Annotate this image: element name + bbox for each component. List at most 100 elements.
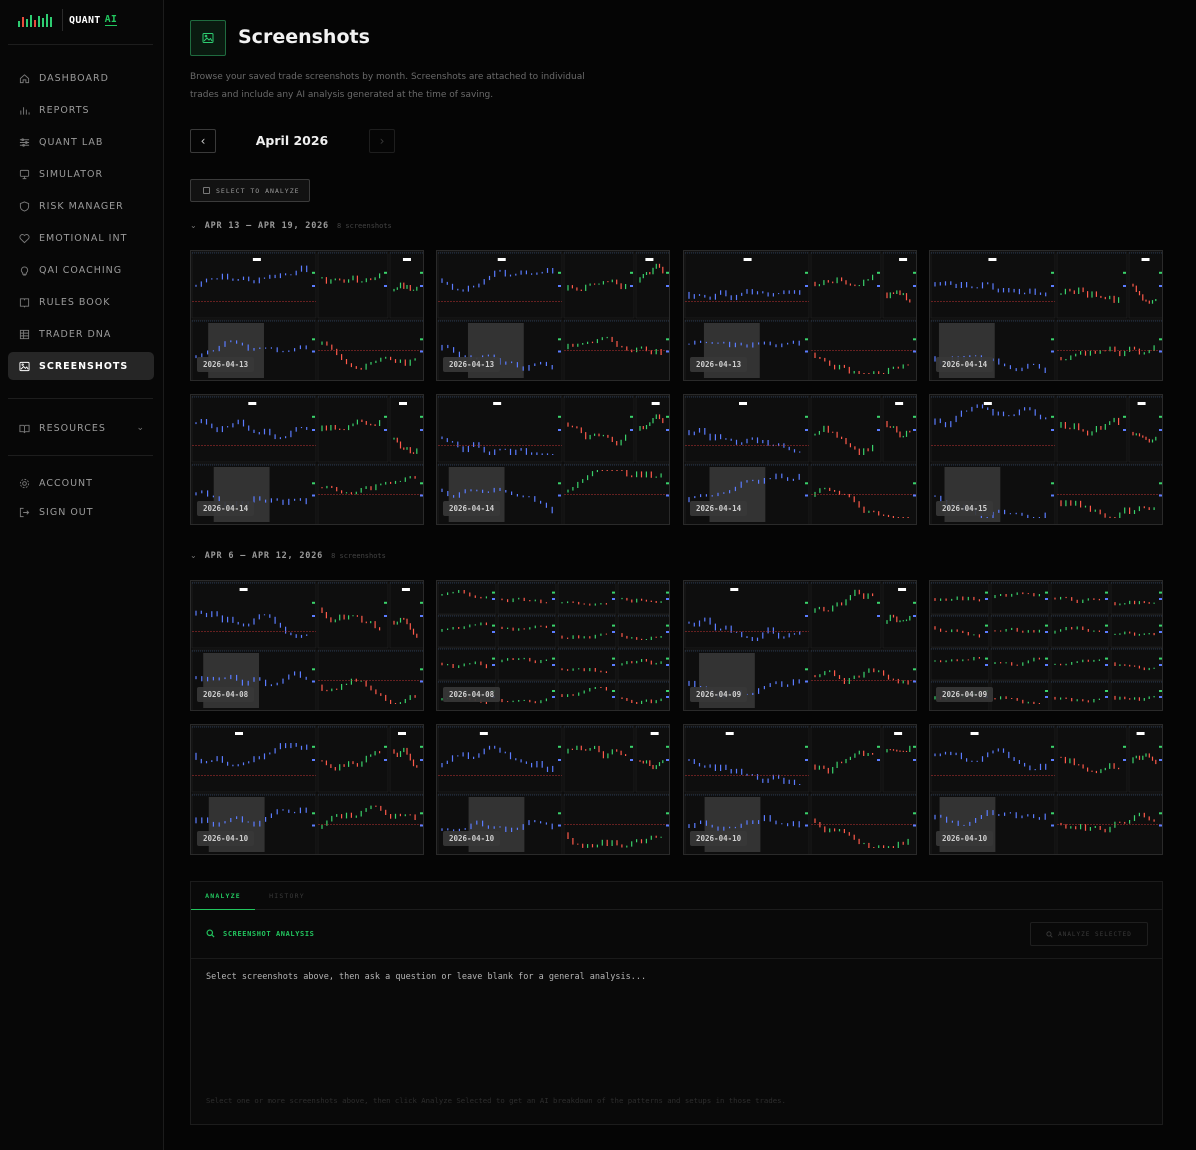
screenshot-date: 2026-04-14 (443, 501, 501, 516)
sidebar-divider (8, 455, 153, 456)
image-icon (190, 20, 226, 56)
chevron-down-icon: ⌄ (136, 423, 144, 433)
week-count: 8 screenshots (336, 222, 392, 230)
screenshot-thumbnail[interactable]: 2026-04-09 (929, 580, 1163, 711)
bar-chart-icon (18, 104, 30, 116)
main-content: Screenshots Browse your saved trade scre… (164, 0, 1196, 1150)
page-description: Browse your saved trade screenshots by m… (190, 72, 585, 100)
sidebar-item-label: SIGN OUT (39, 506, 94, 518)
sidebar-item-label: RISK MANAGER (39, 200, 124, 212)
screenshot-thumbnail[interactable]: 2026-04-15 (929, 394, 1163, 525)
table-icon (18, 328, 30, 340)
analyze-selected-label: ANALYZE SELECTED (1058, 930, 1132, 938)
question-input[interactable]: Select screenshots above, then ask a que… (206, 972, 646, 982)
screenshot-thumbnail[interactable]: 2026-04-13 (436, 250, 670, 381)
sidebar-item-resources[interactable]: RESOURCES ⌄ (8, 414, 154, 442)
sidebar-item-trader-dna[interactable]: TRADER DNA (8, 320, 154, 348)
screenshot-date: 2026-04-10 (690, 831, 748, 846)
chevron-left-icon: ‹ (200, 134, 206, 148)
analysis-title: SCREENSHOT ANALYSIS (223, 929, 315, 938)
screenshot-date: 2026-04-13 (443, 357, 501, 372)
select-to-analyze-button[interactable]: SELECT TO ANALYZE (190, 179, 310, 202)
sidebar-item-label: QAI COACHING (39, 264, 123, 276)
sidebar-item-label: RULES BOOK (39, 296, 111, 308)
lightbulb-icon (18, 264, 30, 276)
checkbox-icon (203, 187, 210, 194)
sidebar-item-rules-book[interactable]: RULES BOOK (8, 288, 154, 316)
tab-history[interactable]: HISTORY (255, 882, 319, 910)
screenshot-date: 2026-04-09 (936, 687, 994, 702)
screenshot-thumbnail[interactable]: 2026-04-10 (436, 724, 670, 855)
panel-divider (191, 958, 1162, 959)
screenshot-thumbnail[interactable]: 2026-04-13 (190, 250, 424, 381)
week-header[interactable]: ⌄ APR 6 – APR 12, 2026 8 screenshots (190, 551, 386, 561)
sidebar-item-label: REPORTS (39, 104, 90, 116)
tab-analyze[interactable]: ANALYZE (191, 882, 255, 910)
book-open-icon (18, 422, 30, 434)
logo[interactable]: QUANT AI (16, 8, 154, 32)
screenshot-thumbnail[interactable]: 2026-04-08 (436, 580, 670, 711)
screenshot-date: 2026-04-14 (197, 501, 255, 516)
sidebar-item-screenshots[interactable]: SCREENSHOTS (8, 352, 154, 380)
sidebar-item-label: EMOTIONAL INT (39, 232, 128, 244)
week-count: 8 screenshots (331, 552, 386, 560)
screenshot-thumbnail[interactable]: 2026-04-14 (683, 394, 917, 525)
screenshot-date: 2026-04-08 (197, 687, 255, 702)
sidebar-item-account[interactable]: ACCOUNT (8, 469, 154, 497)
month-label: April 2026 (255, 133, 329, 148)
sidebar-item-label: SCREENSHOTS (39, 360, 129, 372)
screenshot-date: 2026-04-15 (936, 501, 994, 516)
prev-month-button[interactable]: ‹ (190, 129, 216, 153)
image-icon (18, 360, 30, 372)
chevron-right-icon: › (379, 134, 385, 148)
screenshot-date: 2026-04-10 (443, 831, 501, 846)
analyze-selected-button[interactable]: ANALYZE SELECTED (1030, 922, 1148, 946)
sidebar-item-simulator[interactable]: SIMULATOR (8, 160, 154, 188)
screenshot-thumbnail[interactable]: 2026-04-09 (683, 580, 917, 711)
analysis-panel: ANALYZE HISTORY SCREENSHOT ANALYSIS ANAL… (190, 881, 1163, 1125)
sidebar-item-reports[interactable]: REPORTS (8, 96, 154, 124)
gear-icon (18, 477, 30, 489)
analysis-hint: Select one or more screenshots above, th… (206, 1096, 786, 1105)
logo-candles-icon (16, 11, 56, 29)
sliders-icon (18, 136, 30, 148)
screenshot-thumbnail[interactable]: 2026-04-13 (683, 250, 917, 381)
sidebar-divider (8, 398, 153, 399)
sidebar-item-emotional-int[interactable]: EMOTIONAL INT (8, 224, 154, 252)
screenshot-thumbnail[interactable]: 2026-04-10 (683, 724, 917, 855)
screenshot-thumbnail[interactable]: 2026-04-14 (190, 394, 424, 525)
select-to-analyze-label: SELECT TO ANALYZE (216, 186, 300, 195)
sidebar-item-risk-manager[interactable]: RISK MANAGER (8, 192, 154, 220)
week-label: APR 13 – APR 19, 2026 (204, 221, 329, 231)
week-header[interactable]: ⌄ APR 13 – APR 19, 2026 8 screenshots (190, 221, 392, 231)
screenshot-date: 2026-04-14 (936, 357, 994, 372)
screenshot-thumbnail[interactable]: 2026-04-10 (929, 724, 1163, 855)
screenshot-date: 2026-04-13 (690, 357, 748, 372)
book-icon (18, 296, 30, 308)
shield-icon (18, 200, 30, 212)
screenshot-thumbnail[interactable]: 2026-04-14 (436, 394, 670, 525)
page-title: Screenshots (238, 26, 370, 48)
sidebar-item-dashboard[interactable]: DASHBOARD (8, 64, 154, 92)
monitor-icon (18, 168, 30, 180)
sidebar-item-label: DASHBOARD (39, 72, 109, 84)
sidebar-item-qai-coaching[interactable]: QAI COACHING (8, 256, 154, 284)
chevron-down-icon: ⌄ (190, 551, 197, 560)
next-month-button[interactable]: › (369, 129, 395, 153)
sidebar: QUANT AI DASHBOARD REPORTS QUANT LAB SIMULA… (0, 0, 164, 1150)
sidebar-item-sign-out[interactable]: SIGN OUT (8, 498, 154, 526)
logo-suffix: AI (104, 14, 118, 26)
screenshot-thumbnail[interactable]: 2026-04-14 (929, 250, 1163, 381)
analysis-header: SCREENSHOT ANALYSIS (206, 929, 314, 938)
screenshot-thumbnail[interactable]: 2026-04-10 (190, 724, 424, 855)
panel-tabs: ANALYZE HISTORY (191, 882, 1162, 910)
logo-name: QUANT (69, 14, 101, 26)
week-label: APR 6 – APR 12, 2026 (204, 551, 324, 561)
screenshot-date: 2026-04-10 (197, 831, 255, 846)
sidebar-item-label: RESOURCES (39, 422, 106, 434)
screenshot-thumbnail[interactable]: 2026-04-08 (190, 580, 424, 711)
logo-separator (62, 9, 63, 31)
sidebar-item-quant-lab[interactable]: QUANT LAB (8, 128, 154, 156)
sidebar-item-label: SIMULATOR (39, 168, 104, 180)
search-icon (1046, 930, 1053, 938)
